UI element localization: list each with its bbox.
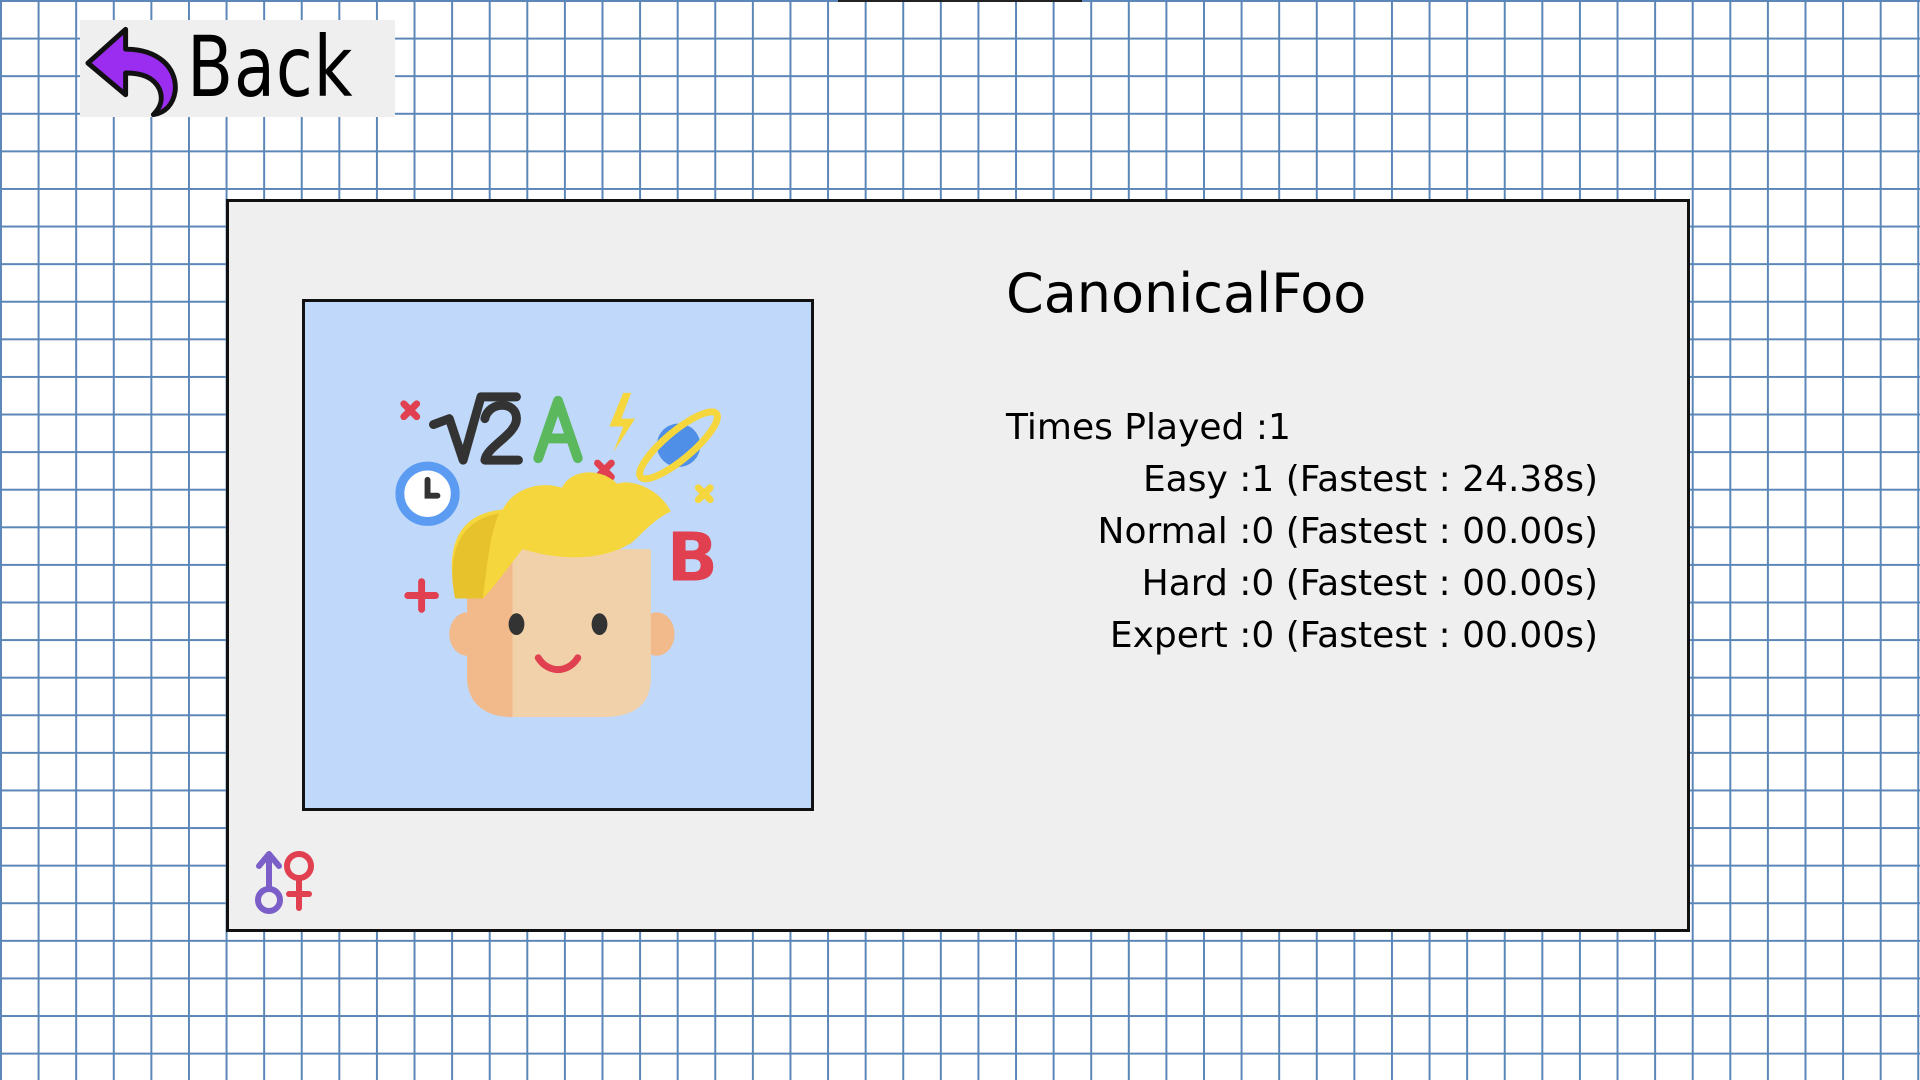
thinking-boy-avatar-icon: B (395, 392, 721, 718)
back-button[interactable]: Back (80, 17, 395, 117)
difficulty-row-normal: Normal :0 (Fastest : 00.00s) (1097, 511, 1598, 552)
username: CanonicalFoo (1006, 262, 1367, 325)
avatar[interactable]: B (302, 299, 814, 811)
gender-symbol-icon (255, 851, 314, 914)
profile-card: B CanonicalFoo Times Played:1 Easy:1 (… (226, 199, 1690, 932)
back-arrow-icon (85, 26, 178, 117)
difficulty-row-hard: Hard :0 (Fastest : 00.00s) (1141, 563, 1598, 604)
svg-text:B: B (667, 519, 718, 597)
top-notch (838, 0, 1082, 2)
back-label: Back (187, 17, 354, 116)
difficulty-row-easy: Easy :1 (Fastest : 24.38s) (1142, 459, 1598, 500)
difficulty-list: Easy :1 (Fastest : 24.38s) Normal :0 (Fa… (1006, 407, 1598, 707)
difficulty-row-expert: Expert :0 (Fastest : 00.00s) (1109, 615, 1598, 656)
